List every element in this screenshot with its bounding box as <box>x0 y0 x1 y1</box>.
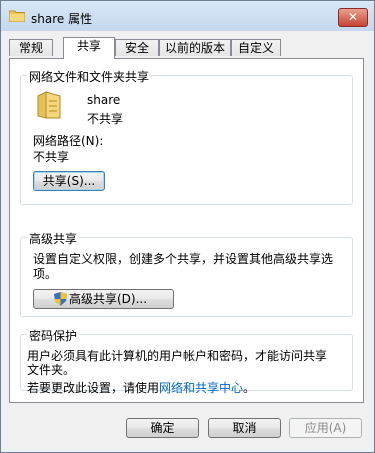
shared-folder-icon <box>37 91 61 119</box>
uac-shield-icon <box>54 292 67 306</box>
advanced-sharing-description-2: 项。 <box>33 267 58 281</box>
advanced-sharing-description-1: 设置自定义权限，创建多个共享，并设置其他高级共享选 <box>33 252 334 266</box>
tab-security[interactable]: 安全 <box>115 39 159 56</box>
password-change-suffix: 。 <box>243 381 256 395</box>
close-button[interactable]: ✕ <box>338 8 368 27</box>
ok-button[interactable]: 确定 <box>126 418 199 438</box>
network-sharing-title: 网络文件和文件夹共享 <box>27 68 152 85</box>
password-protection-group: 密码保护 用户必须具有此计算机的用户帐户和密码，才能访问共享 文件夹。 若要更改… <box>20 327 353 395</box>
advanced-sharing-button[interactable]: 高级共享(D)... <box>33 289 174 309</box>
advanced-sharing-title: 高级共享 <box>27 230 80 247</box>
password-protection-title: 密码保护 <box>27 327 80 344</box>
folder-icon <box>9 10 25 22</box>
tab-previous-versions[interactable]: 以前的版本 <box>159 39 231 56</box>
password-description-2: 文件夹。 <box>27 363 76 377</box>
share-button[interactable]: 共享(S)... <box>33 171 105 191</box>
network-path-label: 网络路径(N): <box>33 134 104 148</box>
apply-button[interactable]: 应用(A) <box>289 418 362 438</box>
folder-name: share <box>87 93 121 107</box>
network-sharing-center-link[interactable]: 网络和共享中心 <box>159 381 243 395</box>
properties-window: share 属性 ✕ 常规 共享 安全 以前的版本 自定义 网络文件和文件夹共享 <box>0 0 375 453</box>
share-status: 不共享 <box>87 112 124 126</box>
window-title: share 属性 <box>31 12 93 26</box>
tab-general[interactable]: 常规 <box>9 39 53 56</box>
dialog-client: 常规 共享 安全 以前的版本 自定义 网络文件和文件夹共享 share 不共享 … <box>5 31 370 448</box>
tab-sharing[interactable]: 共享 <box>63 37 115 59</box>
cancel-button[interactable]: 取消 <box>208 418 281 438</box>
network-sharing-group: 网络文件和文件夹共享 share 不共享 网络路径(N): 不共享 共享(S).… <box>20 68 353 205</box>
title-bar[interactable]: share 属性 ✕ <box>1 1 374 31</box>
password-change-prefix: 若要更改此设置，请使用 <box>27 381 160 395</box>
sharing-panel: 网络文件和文件夹共享 share 不共享 网络路径(N): 不共享 共享(S).… <box>9 58 364 403</box>
advanced-sharing-button-label: 高级共享(D)... <box>69 292 148 306</box>
tab-customize[interactable]: 自定义 <box>231 39 281 56</box>
advanced-sharing-group: 高级共享 设置自定义权限，创建多个共享，并设置其他高级共享选 项。 高级共享(D… <box>20 230 353 317</box>
network-path-value: 不共享 <box>33 150 70 164</box>
password-change-line: 若要更改此设置，请使用网络和共享中心。 <box>27 379 255 396</box>
